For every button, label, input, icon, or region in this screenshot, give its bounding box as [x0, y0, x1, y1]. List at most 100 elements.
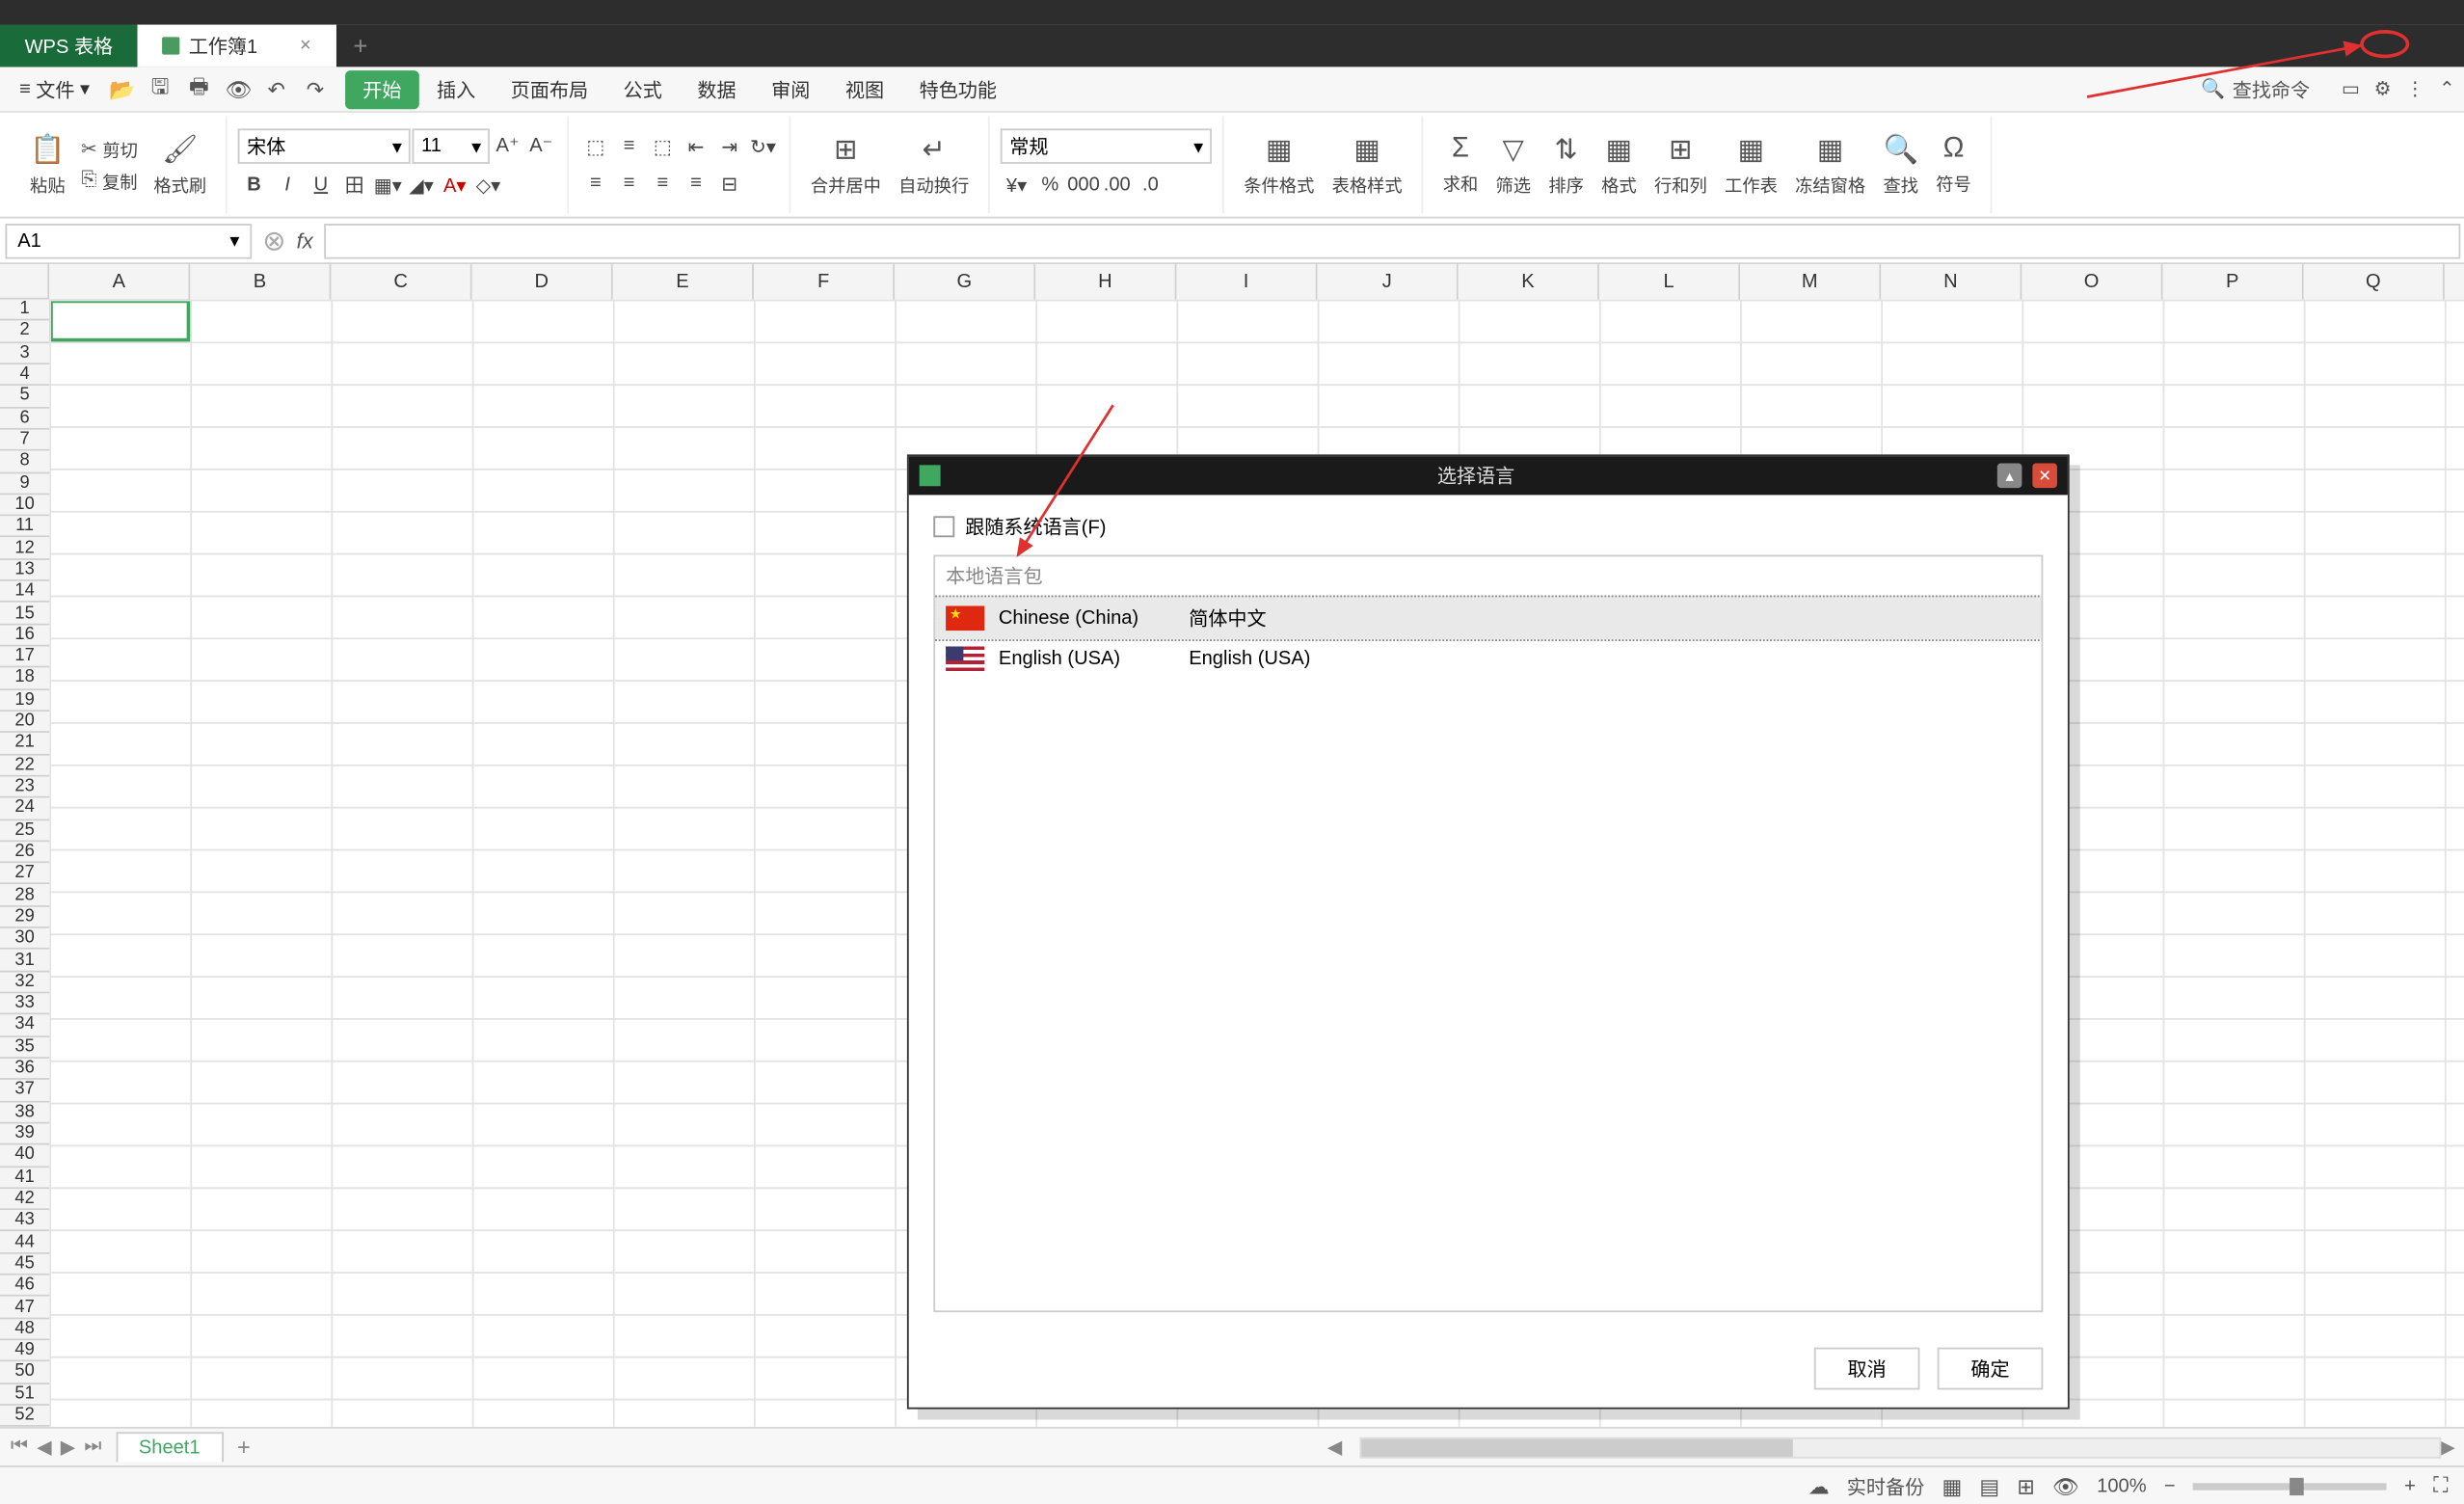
row-header-45[interactable]: 45	[0, 1253, 49, 1275]
col-header-G[interactable]: G	[895, 264, 1035, 300]
clear-format-button[interactable]: ◇▾	[472, 169, 504, 201]
table-style-button[interactable]: ▦表格样式	[1323, 128, 1410, 201]
row-header-30[interactable]: 30	[0, 928, 49, 950]
col-header-M[interactable]: M	[1740, 264, 1881, 300]
row-header-23[interactable]: 23	[0, 776, 49, 797]
select-all-corner[interactable]	[0, 264, 49, 300]
currency-button[interactable]: ¥▾	[1001, 169, 1032, 201]
row-header-29[interactable]: 29	[0, 906, 49, 927]
preview-icon[interactable]: 👁	[226, 76, 251, 101]
row-header-21[interactable]: 21	[0, 733, 49, 754]
zoom-out-button[interactable]: −	[2164, 1475, 2176, 1496]
cancel-button[interactable]: 取消	[1814, 1348, 1920, 1390]
border-button[interactable]: ▦▾	[372, 169, 404, 201]
row-header-14[interactable]: 14	[0, 581, 49, 603]
merge-across-button[interactable]: ⊟	[713, 168, 745, 200]
row-header-12[interactable]: 12	[0, 538, 49, 559]
row-header-40[interactable]: 40	[0, 1145, 49, 1167]
col-header-B[interactable]: B	[190, 264, 331, 300]
align-middle-button[interactable]: ≡	[613, 130, 645, 162]
copy-button[interactable]: ⎘复制	[74, 166, 145, 196]
row-header-44[interactable]: 44	[0, 1232, 49, 1253]
row-header-28[interactable]: 28	[0, 885, 49, 906]
sheet-first-icon[interactable]: ⏮	[11, 1436, 28, 1459]
fullscreen-icon[interactable]: ⛶	[2433, 1472, 2448, 1498]
col-header-J[interactable]: J	[1318, 264, 1459, 300]
page-layout-icon[interactable]: ▤	[1979, 1473, 1999, 1498]
comma-button[interactable]: 000	[1068, 169, 1100, 201]
row-header-50[interactable]: 50	[0, 1362, 49, 1383]
font-color-button[interactable]: A▾	[439, 169, 470, 201]
menu-tab-1[interactable]: 插入	[419, 69, 494, 108]
row-header-24[interactable]: 24	[0, 798, 49, 819]
bold-button[interactable]: B	[238, 169, 270, 201]
col-header-P[interactable]: P	[2163, 264, 2304, 300]
font-size-select[interactable]: 11▾	[413, 128, 490, 164]
row-header-43[interactable]: 43	[0, 1210, 49, 1231]
row-header-19[interactable]: 19	[0, 689, 49, 711]
decrease-decimal-button[interactable]: .0	[1135, 169, 1166, 201]
hscroll-left-icon[interactable]: ◀	[1327, 1436, 1342, 1459]
save-icon[interactable]: 🖫	[147, 70, 173, 107]
open-icon[interactable]: 📂	[109, 76, 134, 101]
row-header-52[interactable]: 52	[0, 1406, 49, 1427]
row-header-4[interactable]: 4	[0, 364, 49, 386]
col-header-N[interactable]: N	[1881, 264, 2022, 300]
merge-center-button[interactable]: ⊞合并居中	[802, 128, 890, 201]
cancel-formula-icon[interactable]: ⊗	[262, 223, 285, 258]
menu-tab-7[interactable]: 特色功能	[901, 69, 1014, 108]
conditional-format-button[interactable]: ▦条件格式	[1235, 128, 1323, 201]
sort-button[interactable]: ⇅排序	[1540, 128, 1593, 201]
menu-tab-5[interactable]: 审阅	[754, 69, 828, 108]
col-header-L[interactable]: L	[1599, 264, 1740, 300]
search-commands[interactable]: 🔍查找命令	[2201, 75, 2310, 103]
hscroll-right-icon[interactable]: ▶	[2440, 1436, 2454, 1459]
zoom-slider[interactable]	[2193, 1482, 2387, 1489]
row-header-41[interactable]: 41	[0, 1167, 49, 1188]
row-header-6[interactable]: 6	[0, 408, 49, 429]
normal-view-icon[interactable]: ▦	[1942, 1473, 1962, 1498]
doc-tab[interactable]: 工作簿1×	[138, 25, 336, 67]
dialog-close-button[interactable]: ✕	[2032, 464, 2057, 489]
orientation-button[interactable]: ↻▾	[747, 130, 779, 162]
percent-button[interactable]: %	[1034, 169, 1066, 201]
row-header-32[interactable]: 32	[0, 972, 49, 993]
fx-icon[interactable]: fx	[297, 228, 313, 254]
scrollbar-thumb[interactable]	[1361, 1438, 1792, 1456]
row-header-48[interactable]: 48	[0, 1319, 49, 1340]
col-header-I[interactable]: I	[1176, 264, 1317, 300]
row-header-22[interactable]: 22	[0, 755, 49, 776]
decrease-font-button[interactable]: A⁻	[525, 128, 557, 160]
row-header-31[interactable]: 31	[0, 950, 49, 971]
align-center-button[interactable]: ≡	[613, 168, 645, 200]
increase-decimal-button[interactable]: .00	[1101, 169, 1133, 201]
row-header-9[interactable]: 9	[0, 473, 49, 495]
wrap-text-button[interactable]: ↵自动换行	[890, 128, 978, 201]
horizontal-scrollbar[interactable]	[1360, 1437, 2441, 1458]
new-tab-button[interactable]: +	[335, 25, 385, 67]
col-header-H[interactable]: H	[1035, 264, 1176, 300]
follow-system-checkbox[interactable]: 跟随系统语言(F)	[933, 513, 2043, 541]
row-col-button[interactable]: ⊞行和列	[1646, 128, 1716, 201]
find-button[interactable]: 🔍查找	[1874, 128, 1927, 201]
settings-icon[interactable]: ⚙	[2374, 77, 2392, 100]
sheet-last-icon[interactable]: ⏭	[84, 1436, 101, 1459]
more-icon[interactable]: ⋮	[2405, 77, 2424, 100]
active-cell[interactable]	[49, 300, 190, 342]
zoom-in-button[interactable]: +	[2404, 1475, 2416, 1496]
col-header-K[interactable]: K	[1459, 264, 1599, 300]
redo-icon[interactable]: ↷	[303, 76, 328, 101]
filter-button[interactable]: ▽筛选	[1486, 128, 1540, 201]
row-header-8[interactable]: 8	[0, 451, 49, 472]
menu-tab-6[interactable]: 视图	[828, 69, 902, 108]
sheet-next-icon[interactable]: ▶	[61, 1436, 75, 1459]
row-header-7[interactable]: 7	[0, 430, 49, 451]
row-header-13[interactable]: 13	[0, 560, 49, 581]
col-header-E[interactable]: E	[613, 264, 754, 300]
row-header-2[interactable]: 2	[0, 321, 49, 342]
row-header-27[interactable]: 27	[0, 863, 49, 884]
worksheet-button[interactable]: ▦工作表	[1716, 128, 1786, 201]
cut-button[interactable]: ✂剪切	[74, 134, 145, 164]
col-header-A[interactable]: A	[49, 264, 190, 300]
page-break-icon[interactable]: ⊞	[2017, 1473, 2034, 1498]
